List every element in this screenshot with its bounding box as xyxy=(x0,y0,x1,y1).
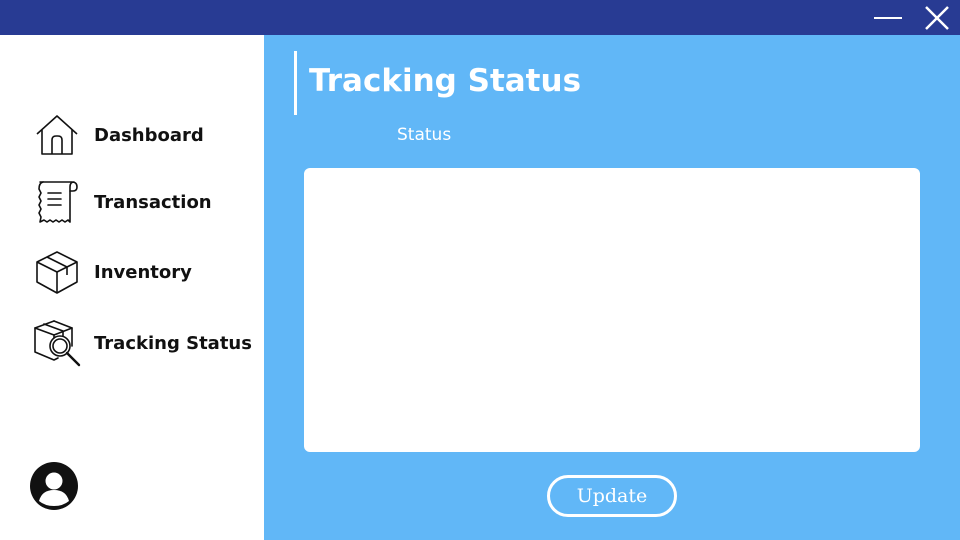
home-icon xyxy=(32,110,82,160)
user-avatar[interactable] xyxy=(30,462,78,510)
sidebar-item-label: Tracking Status xyxy=(94,332,252,354)
status-textarea[interactable] xyxy=(304,168,920,452)
minimize-button[interactable] xyxy=(870,0,906,35)
update-button[interactable]: Update xyxy=(547,475,677,517)
main-panel: Tracking Status Status Update xyxy=(264,35,960,540)
box-icon xyxy=(32,247,82,297)
user-avatar-icon xyxy=(30,462,78,510)
sidebar-item-transaction[interactable]: Transaction xyxy=(32,177,252,227)
status-label: Status xyxy=(397,125,452,145)
sidebar-item-dashboard[interactable]: Dashboard xyxy=(32,110,252,160)
window-titlebar xyxy=(0,0,960,35)
receipt-icon xyxy=(32,177,82,227)
title-accent-divider xyxy=(294,51,297,115)
close-icon xyxy=(925,5,949,30)
sidebar-item-label: Transaction xyxy=(94,191,212,213)
sidebar-item-tracking-status[interactable]: Tracking Status xyxy=(32,318,252,368)
page-title: Tracking Status xyxy=(309,63,582,99)
minimize-icon xyxy=(874,16,902,19)
sidebar: Dashboard Transaction Inventory Tracking… xyxy=(0,35,264,540)
sidebar-item-label: Inventory xyxy=(94,261,192,283)
sidebar-item-label: Dashboard xyxy=(94,124,204,146)
close-button[interactable] xyxy=(919,0,955,35)
sidebar-item-inventory[interactable]: Inventory xyxy=(32,247,252,297)
package-search-icon xyxy=(32,318,82,368)
